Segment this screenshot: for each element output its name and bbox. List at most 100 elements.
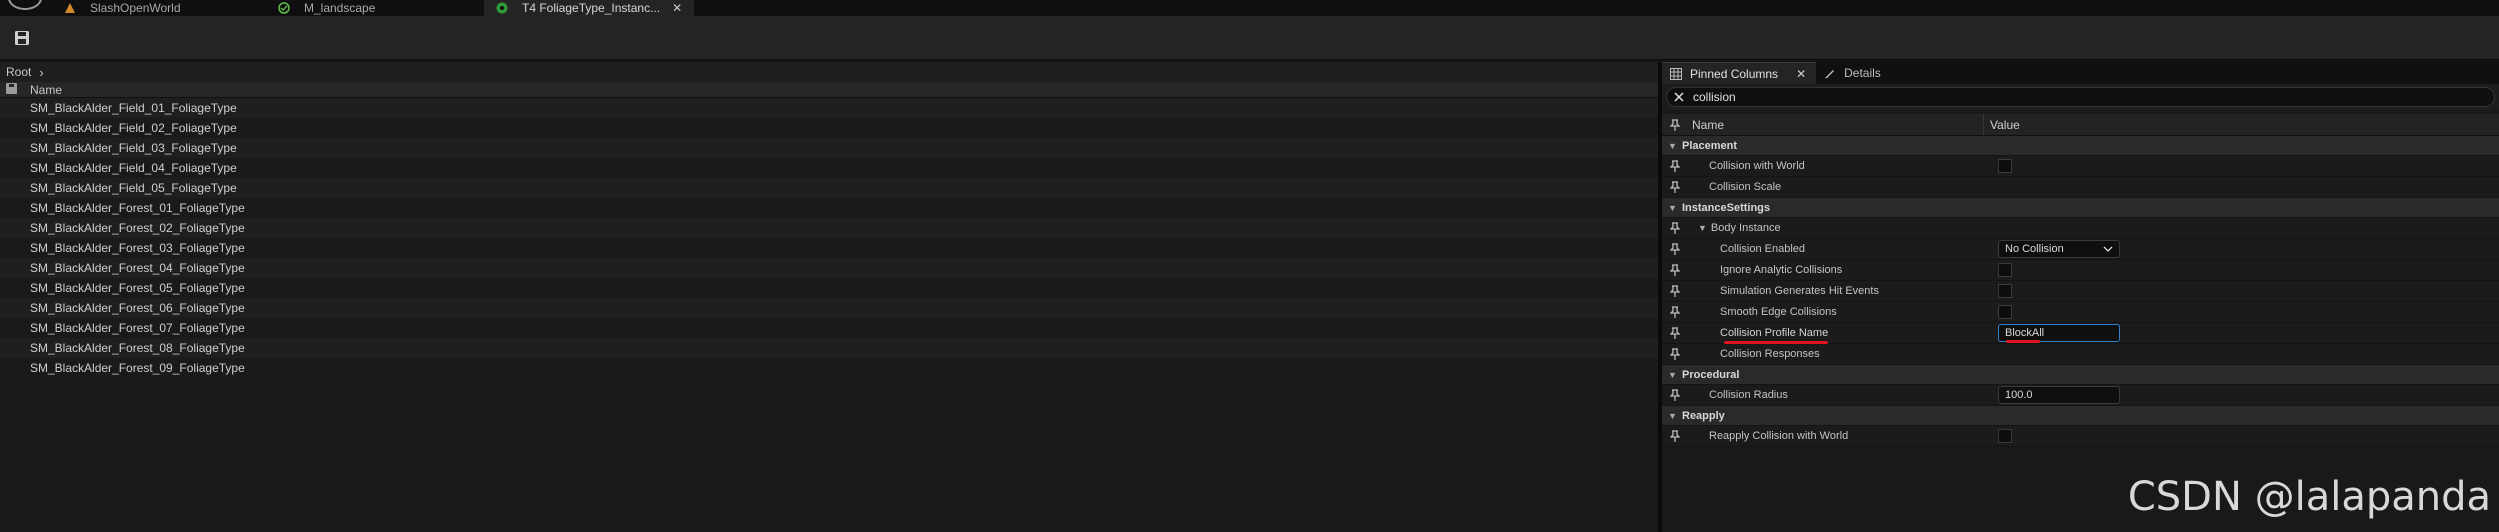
close-icon[interactable]: ✕ [672, 1, 682, 15]
pin-icon[interactable] [1662, 430, 1688, 442]
tab-label: SlashOpenWorld [90, 1, 181, 15]
chevron-down-icon: ▼ [1668, 410, 1677, 421]
property-label: Body Instance [1710, 222, 1781, 234]
pin-icon[interactable] [1662, 160, 1688, 172]
chevron-down-icon: ▼ [1668, 369, 1677, 380]
collision-radius-field[interactable]: 100.0 [1998, 386, 2120, 404]
collision-with-world-checkbox[interactable] [1998, 159, 2012, 173]
body-instance-group[interactable]: ▼ Body Instance [1688, 222, 1998, 234]
ignore-analytic-checkbox[interactable] [1998, 263, 2012, 277]
tab-slash-open-world[interactable]: SlashOpenWorld [64, 0, 264, 16]
pin-icon[interactable] [1662, 181, 1688, 193]
details-tab-bar: Pinned Columns ✕ Details [1662, 62, 2499, 84]
property-label: Collision Scale [1709, 181, 1782, 193]
list-header: Name [0, 82, 1658, 98]
list-item[interactable]: SM_BlackAlder_Forest_09_FoliageType [0, 358, 1658, 378]
field-value: BlockAll [2005, 327, 2045, 339]
value-column-header[interactable]: Value [1984, 118, 2020, 132]
tab-pinned-columns[interactable]: Pinned Columns ✕ [1662, 62, 1817, 84]
collision-enabled-dropdown[interactable]: No Collision [1998, 240, 2120, 258]
property-row: Collision with World [1662, 156, 2499, 177]
pin-icon[interactable] [1662, 389, 1688, 401]
sim-hit-events-checkbox[interactable] [1998, 284, 2012, 298]
annotation-underline [1724, 341, 1828, 344]
pencil-icon [1824, 67, 1836, 79]
tab-foliage-type[interactable]: T4 FoliageType_Instanc... ✕ [484, 0, 694, 16]
list-item[interactable]: SM_BlackAlder_Forest_07_FoliageType [0, 318, 1658, 338]
chevron-right-icon[interactable]: › [39, 65, 43, 80]
property-label: Collision Radius [1709, 389, 1788, 401]
annotation-underline [2006, 340, 2040, 343]
smooth-edge-checkbox[interactable] [1998, 305, 2012, 319]
property-label: Ignore Analytic Collisions [1720, 264, 1843, 276]
search-bar: collision [1662, 84, 2499, 110]
pin-icon[interactable] [1662, 285, 1688, 297]
category-procedural[interactable]: ▼ Procedural [1662, 365, 2499, 385]
pin-icon[interactable] [1662, 348, 1688, 360]
property-label: Smooth Edge Collisions [1720, 306, 1837, 318]
property-label: Collision Profile Name [1720, 327, 1829, 339]
chevron-down-icon: ▼ [1698, 223, 1707, 233]
breadcrumb-root[interactable]: Root [6, 65, 31, 79]
property-row: Ignore Analytic Collisions [1662, 260, 2499, 281]
save-icon [15, 31, 29, 45]
pin-icon[interactable] [1662, 222, 1688, 234]
pin-icon[interactable] [1662, 327, 1688, 339]
category-reapply[interactable]: ▼ Reapply [1662, 406, 2499, 426]
clear-search-icon[interactable] [1671, 89, 1687, 105]
category-instance-settings[interactable]: ▼ InstanceSettings [1662, 198, 2499, 218]
list-item[interactable]: SM_BlackAlder_Forest_05_FoliageType [0, 278, 1658, 298]
property-label: Reapply Collision with World [1709, 430, 1849, 442]
tab-label: Pinned Columns [1690, 66, 1779, 81]
unreal-logo-icon[interactable] [8, 0, 42, 10]
category-placement[interactable]: ▼ Placement [1662, 136, 2499, 156]
foliage-type-list-panel: Root › Name SM_BlackAlder_Field_01_Folia… [0, 62, 1658, 532]
foliage-icon [496, 2, 508, 14]
list-item[interactable]: SM_BlackAlder_Field_03_FoliageType [0, 138, 1658, 158]
list-item[interactable]: SM_BlackAlder_Field_01_FoliageType [0, 98, 1658, 118]
search-value: collision [1693, 90, 1736, 104]
property-row: Reapply Collision with World [1662, 426, 2499, 447]
property-row: Collision Responses [1662, 344, 2499, 365]
category-label: Procedural [1682, 368, 1740, 381]
tab-m-landscape[interactable]: M_landscape [278, 0, 478, 16]
property-label: Simulation Generates Hit Events [1720, 285, 1879, 297]
list-item[interactable]: SM_BlackAlder_Forest_02_FoliageType [0, 218, 1658, 238]
pin-icon[interactable] [1662, 243, 1688, 255]
pin-icon[interactable] [1662, 118, 1688, 131]
list-item[interactable]: SM_BlackAlder_Forest_01_FoliageType [0, 198, 1658, 218]
category-label: InstanceSettings [1682, 201, 1771, 214]
property-row: Collision Profile Name BlockAll [1662, 323, 2499, 344]
list-item[interactable]: SM_BlackAlder_Forest_03_FoliageType [0, 238, 1658, 258]
property-column-header: Name Value [1662, 114, 2499, 136]
list-item[interactable]: SM_BlackAlder_Forest_06_FoliageType [0, 298, 1658, 318]
pin-icon[interactable] [1662, 306, 1688, 318]
property-row: Collision Radius 100.0 [1662, 385, 2499, 406]
material-icon [278, 2, 290, 14]
list-item[interactable]: SM_BlackAlder_Field_04_FoliageType [0, 158, 1658, 178]
tab-label: M_landscape [304, 1, 376, 15]
property-row: Simulation Generates Hit Events [1662, 281, 2499, 302]
chevron-down-icon: ▼ [1668, 140, 1677, 151]
tab-details[interactable]: Details [1816, 62, 1891, 84]
name-column-header[interactable]: Name [30, 83, 62, 97]
tab-label: Details [1844, 66, 1881, 80]
close-icon[interactable]: ✕ [1796, 67, 1806, 81]
reapply-collision-checkbox[interactable] [1998, 429, 2012, 443]
property-row: Collision Enabled No Collision [1662, 239, 2499, 260]
list-item[interactable]: SM_BlackAlder_Forest_08_FoliageType [0, 338, 1658, 358]
breadcrumb: Root › [0, 62, 1658, 82]
pin-icon[interactable] [1662, 264, 1688, 276]
toolbar [0, 16, 2499, 60]
save-button[interactable] [10, 26, 34, 50]
name-column-header[interactable]: Name [1688, 114, 1984, 135]
watermark-text: CSDN @lalapanda [2127, 474, 2491, 520]
chevron-down-icon: ▼ [1668, 202, 1677, 213]
list-item[interactable]: SM_BlackAlder_Field_05_FoliageType [0, 178, 1658, 198]
list-item[interactable]: SM_BlackAlder_Forest_04_FoliageType [0, 258, 1658, 278]
list-item[interactable]: SM_BlackAlder_Field_02_FoliageType [0, 118, 1658, 138]
search-input[interactable]: collision [1666, 87, 2495, 107]
tab-label: T4 FoliageType_Instanc... [522, 1, 661, 15]
property-row: Collision Scale [1662, 177, 2499, 198]
field-value: 100.0 [2005, 389, 2033, 401]
